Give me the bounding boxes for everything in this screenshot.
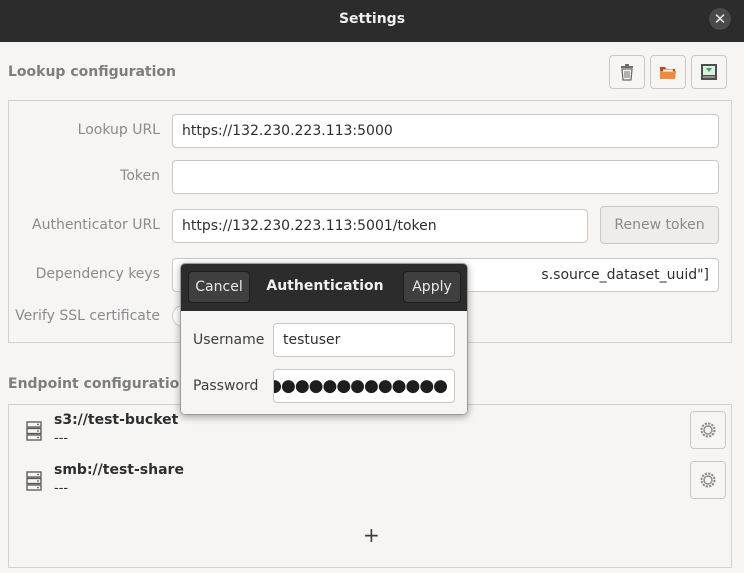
trash-icon — [621, 63, 633, 81]
username-label: Username — [193, 332, 265, 348]
window-title: Settings — [338, 11, 406, 27]
password-masked-value: ●●●●●●●●●●●●●● — [274, 376, 448, 396]
endpoint-name: s3://test-bucket — [54, 412, 179, 428]
authentication-popover: Cancel Authentication Apply Username tes… — [180, 263, 468, 415]
window-titlebar: Settings ✕ — [0, 0, 744, 42]
password-label: Password — [193, 378, 259, 394]
endpoint-settings-button[interactable] — [690, 461, 726, 499]
cancel-button[interactable]: Cancel — [188, 271, 250, 303]
gear-icon — [700, 472, 716, 488]
authenticator-url-label: Authenticator URL — [32, 217, 160, 233]
verify-ssl-label: Verify SSL certificate — [15, 308, 160, 324]
username-input[interactable]: testuser — [273, 323, 455, 357]
dependency-keys-label: Dependency keys — [35, 266, 160, 282]
lookup-url-label: Lookup URL — [77, 122, 160, 138]
endpoint-subtitle: --- — [54, 431, 69, 446]
lookup-section-title: Lookup configuration — [8, 64, 177, 80]
password-input[interactable]: ●●●●●●●●●●●●●● — [273, 369, 455, 403]
close-button[interactable]: ✕ — [709, 8, 731, 30]
delete-button[interactable] — [609, 55, 645, 89]
popover-header: Cancel Authentication Apply — [181, 264, 467, 311]
server-icon — [26, 421, 42, 441]
add-endpoint-button[interactable]: + — [363, 525, 380, 545]
renew-token-button[interactable]: Renew token — [600, 206, 719, 244]
folder-open-icon — [660, 66, 676, 79]
dependency-keys-value: s.source_dataset_uuid"] — [541, 267, 709, 283]
token-input[interactable] — [172, 160, 719, 194]
close-icon: ✕ — [713, 9, 727, 28]
endpoint-name: smb://test-share — [54, 462, 184, 478]
apply-button[interactable]: Apply — [403, 271, 461, 303]
popover-title: Authentication — [266, 278, 384, 294]
endpoint-settings-button[interactable] — [690, 411, 726, 449]
lookup-url-input[interactable]: https://132.230.223.113:5000 — [172, 114, 719, 148]
token-label: Token — [120, 168, 160, 184]
gear-icon — [700, 422, 716, 438]
endpoint-subtitle: --- — [54, 481, 69, 496]
save-download-icon — [701, 64, 717, 80]
authenticator-url-input[interactable]: https://132.230.223.113:5001/token — [172, 209, 588, 243]
popover-body: Username testuser Password ●●●●●●●●●●●●●… — [181, 311, 467, 414]
endpoint-section-title: Endpoint configuration — [8, 376, 190, 392]
save-button[interactable] — [691, 55, 727, 89]
open-button[interactable] — [650, 55, 686, 89]
server-icon — [26, 471, 42, 491]
